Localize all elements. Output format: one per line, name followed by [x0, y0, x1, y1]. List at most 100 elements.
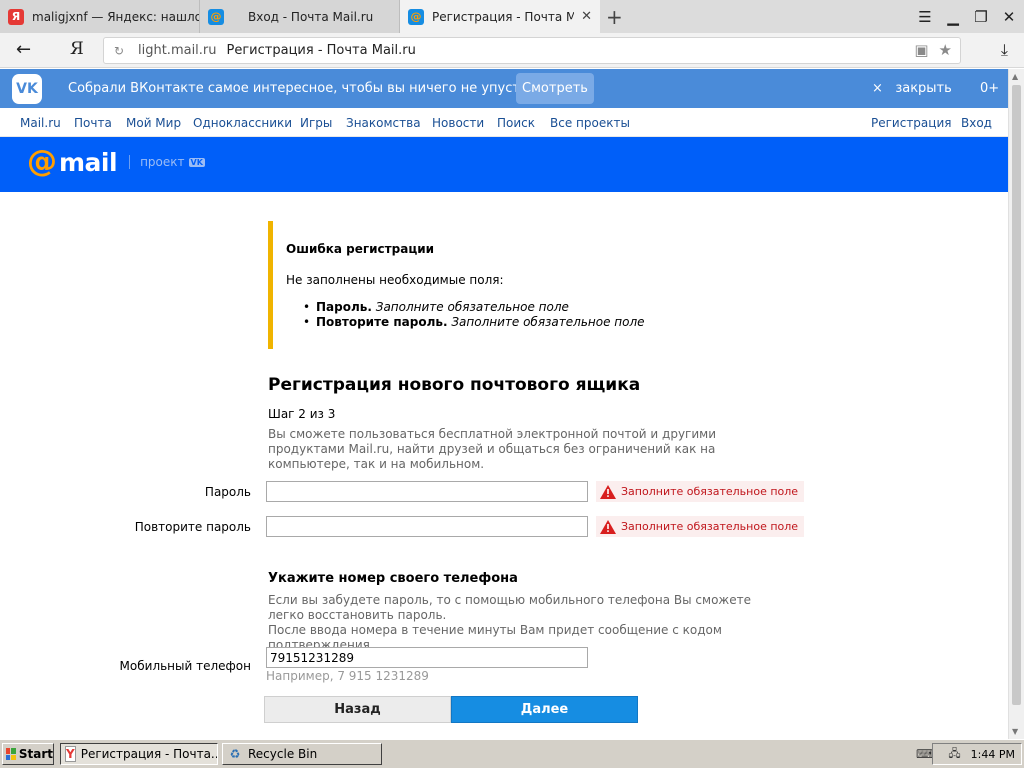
mail-icon: @: [408, 8, 424, 25]
tab-title: Вход - Почта Mail.ru: [248, 9, 374, 24]
tab-title: Регистрация - Почта Mail.ru: [432, 9, 574, 24]
url-page-title: Регистрация - Почта Mail.ru: [226, 43, 416, 58]
page-viewport: VK Собрали ВКонтакте самое интересное, ч…: [0, 69, 1008, 739]
error-field-name: Повторите пароль.: [316, 315, 448, 329]
nav-link-register[interactable]: Регистрация: [871, 116, 951, 130]
error-list: Пароль. Заполните обязательное поле Повт…: [303, 300, 645, 330]
nav-link-odnoklassniki[interactable]: Одноклассники: [193, 116, 292, 130]
repeat-password-error-text: Заполните обязательное поле: [621, 520, 799, 533]
download-icon[interactable]: ⤓: [1001, 40, 1008, 60]
mail-header: @ mail проект VK: [0, 137, 1008, 192]
project-label: проект: [140, 155, 185, 169]
registration-error-box: Ошибка регистрации Не заполнены необходи…: [268, 221, 668, 349]
form-title: Регистрация нового почтового ящика: [268, 375, 641, 395]
windows-flag-icon: [6, 748, 16, 760]
minimize-icon[interactable]: ▁: [940, 8, 966, 26]
tab-title: maligjxnf — Яндекс: нашлось: [32, 9, 199, 24]
restore-icon[interactable]: ❐: [968, 8, 994, 26]
url-host: light.mail.ru: [138, 43, 217, 58]
nav-link-novosti[interactable]: Новости: [432, 116, 484, 130]
taskbar-item-browser[interactable]: Y Регистрация - Почта...: [60, 743, 218, 765]
password-error-text: Заполните обязательное поле: [621, 485, 799, 498]
phone-hint: Если вы забудете пароль, то с помощью мо…: [268, 593, 788, 653]
phone-input[interactable]: [266, 647, 588, 668]
close-icon: ×: [872, 81, 883, 96]
mail-logo[interactable]: @ mail проект VK: [27, 147, 205, 177]
nav-link-login[interactable]: Вход: [961, 116, 992, 130]
logo-separator: [129, 155, 131, 169]
window-controls: ☰ ▁ ❐ ✕: [912, 0, 1024, 33]
repeat-password-label: Повторите пароль: [134, 520, 251, 534]
bookmark-star-icon[interactable]: ★: [939, 41, 952, 59]
close-tab-icon[interactable]: ✕: [581, 9, 592, 24]
error-message: Заполните обязательное поле: [451, 315, 645, 329]
keyboard-icon[interactable]: ⌨: [916, 747, 933, 761]
reader-mode-icon[interactable]: ▣: [914, 41, 928, 59]
start-button[interactable]: Start: [2, 743, 54, 765]
password-input[interactable]: [266, 481, 588, 502]
vk-banner-text: Собрали ВКонтакте самое интересное, чтоб…: [68, 81, 546, 96]
vk-badge-icon: VK: [188, 157, 205, 167]
menu-icon[interactable]: ☰: [912, 8, 938, 26]
taskbar-item-label: Recycle Bin: [248, 747, 318, 761]
recycle-bin-icon: ♻: [229, 747, 241, 761]
vk-banner-close[interactable]: × закрыть: [872, 81, 952, 96]
network-icon[interactable]: 🖧: [948, 745, 960, 764]
windows-taskbar: Start Y Регистрация - Почта... ♻ Recycle…: [0, 739, 1024, 768]
close-label: закрыть: [895, 81, 952, 96]
error-item: Повторите пароль. Заполните обязательное…: [303, 315, 645, 330]
mail-icon: @: [208, 8, 224, 25]
error-description: Не заполнены необходимые поля:: [286, 273, 504, 287]
portal-navigation: Mail.ru Почта Мой Мир Одноклассники Игры…: [0, 108, 1008, 137]
tab-yandex-search[interactable]: Я maligjxnf — Яндекс: нашлось: [0, 0, 200, 33]
step-indicator: Шаг 2 из 3: [268, 407, 336, 421]
nav-link-znakomstva[interactable]: Знакомства: [346, 116, 421, 130]
password-error: Заполните обязательное поле: [596, 481, 805, 502]
vk-logo-icon: VK: [12, 74, 42, 104]
repeat-password-error: Заполните обязательное поле: [596, 516, 805, 537]
form-hint: Вы сможете пользоваться бесплатной элект…: [268, 427, 716, 471]
phone-example: Например, 7 915 1231289: [266, 669, 429, 683]
age-rating: 0+: [980, 81, 1000, 96]
back-button[interactable]: Назад: [264, 696, 451, 723]
vk-promo-banner: VK Собрали ВКонтакте самое интересное, ч…: [0, 69, 1008, 108]
page-scrollbar[interactable]: ▲ ▼: [1008, 69, 1024, 739]
scrollbar-thumb[interactable]: [1012, 85, 1021, 705]
scroll-up-icon[interactable]: ▲: [1012, 72, 1018, 81]
next-button[interactable]: Далее: [451, 696, 638, 723]
nav-link-moy-mir[interactable]: Мой Мир: [126, 116, 181, 130]
url-actions: ▣ ★: [914, 41, 952, 59]
error-message: Заполните обязательное поле: [375, 300, 569, 314]
password-label: Пароль: [204, 485, 251, 499]
taskbar-item-recycle-bin[interactable]: ♻ Recycle Bin: [222, 743, 382, 765]
taskbar-item-label: Регистрация - Почта...: [80, 747, 218, 761]
yandex-browser-icon: Y: [65, 746, 76, 762]
tab-mail-registration[interactable]: @ Регистрация - Почта Mail.ru ✕: [400, 0, 600, 33]
yandex-button[interactable]: Я: [70, 39, 84, 59]
phone-label: Мобильный телефон: [119, 659, 251, 673]
phone-hint-line-1: Если вы забудете пароль, то с помощью мо…: [268, 593, 751, 622]
tab-mail-login[interactable]: @ Вход - Почта Mail.ru: [200, 0, 400, 33]
close-window-icon[interactable]: ✕: [996, 8, 1022, 26]
nav-link-pochta[interactable]: Почта: [74, 116, 112, 130]
repeat-password-input[interactable]: [266, 516, 588, 537]
vk-watch-button[interactable]: Смотреть: [516, 73, 594, 104]
nav-link-all-projects[interactable]: Все проекты: [550, 116, 630, 130]
phone-section-title: Укажите номер своего телефона: [268, 571, 518, 586]
nav-link-mailru[interactable]: Mail.ru: [20, 116, 61, 130]
browser-tab-bar: Я maligjxnf — Яндекс: нашлось @ Вход - П…: [0, 0, 1024, 33]
nav-link-poisk[interactable]: Поиск: [497, 116, 535, 130]
new-tab-icon[interactable]: +: [606, 5, 623, 29]
nav-link-igry[interactable]: Игры: [300, 116, 332, 130]
url-field[interactable]: ↻ light.mail.ru Регистрация - Почта Mail…: [103, 37, 961, 64]
mail-at-icon: @: [27, 144, 57, 179]
yandex-icon: Я: [8, 8, 24, 25]
scroll-down-icon[interactable]: ▼: [1012, 727, 1018, 736]
error-title: Ошибка регистрации: [286, 242, 435, 256]
clock[interactable]: 1:44 PM: [971, 748, 1015, 761]
warning-icon: [600, 519, 616, 534]
error-item: Пароль. Заполните обязательное поле: [303, 300, 645, 315]
system-tray: 🖧 1:44 PM: [932, 743, 1022, 765]
back-arrow-icon[interactable]: ←: [16, 39, 31, 60]
reload-icon[interactable]: ↻: [114, 44, 130, 58]
